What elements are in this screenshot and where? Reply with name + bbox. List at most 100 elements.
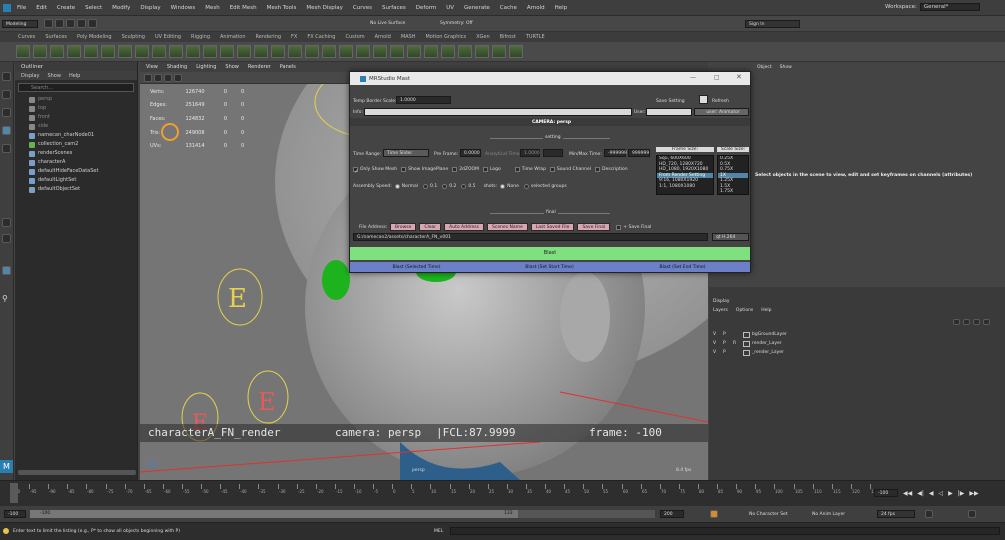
shelf-tool-icon[interactable] — [509, 45, 523, 58]
shelf-tool-icon[interactable] — [169, 45, 183, 58]
shelf-tool-icon[interactable] — [305, 45, 319, 58]
outliner-menu-show[interactable]: Show — [47, 73, 61, 79]
outliner-search-input[interactable]: Search... — [18, 83, 134, 92]
go-start-icon[interactable]: ◀◀ — [903, 490, 912, 497]
shelf-tab-poly-modeling[interactable]: Poly Modeling — [77, 34, 112, 40]
shelf-tab-arnold[interactable]: Arnold — [375, 34, 391, 40]
blast-selected-button[interactable]: Blast (Selected Time) — [350, 265, 483, 270]
shelf-tool-icon[interactable] — [458, 45, 472, 58]
new-selected-layer-icon[interactable] — [983, 319, 990, 325]
shelf-tool-icon[interactable] — [271, 45, 285, 58]
shelf-tool-icon[interactable] — [152, 45, 166, 58]
refresh-button[interactable]: Refresh — [712, 99, 729, 104]
frame-size-option[interactable]: 1:1, 1080X1080 — [657, 184, 713, 190]
current-frame-input[interactable]: -100 — [874, 489, 898, 497]
layer-row[interactable]: V P _render_Layer — [713, 348, 787, 357]
speed-02-radio[interactable] — [442, 184, 448, 189]
menu-curves[interactable]: Curves — [353, 5, 372, 11]
layer-v-toggle[interactable]: V — [713, 332, 723, 337]
four-view-icon[interactable] — [2, 234, 11, 243]
menu-mesh[interactable]: Mesh — [205, 5, 219, 11]
search-icon[interactable]: ⚲ — [2, 294, 11, 303]
speed-05-radio[interactable] — [461, 184, 467, 189]
layer-menu-help[interactable]: Help — [761, 308, 771, 313]
shelf-tab-bifrost[interactable]: Bifrost — [500, 34, 516, 40]
anim-layer-select[interactable]: No Anim Layer — [812, 512, 845, 517]
outliner-scrollbar[interactable] — [18, 470, 136, 475]
viewport-menu-shading[interactable]: Shading — [167, 64, 187, 70]
shelf-tool-icon[interactable] — [441, 45, 455, 58]
menu-create[interactable]: Create — [57, 5, 75, 11]
refresh-icon[interactable] — [699, 95, 708, 104]
shelf-tab-xgen[interactable]: XGen — [476, 34, 490, 40]
maximize-icon[interactable]: □ — [714, 74, 720, 81]
shelf-tool-icon[interactable] — [492, 45, 506, 58]
blast-start-button[interactable]: Blast (Set Start Time) — [483, 265, 616, 270]
layer-menu-layers[interactable]: Layers — [713, 308, 728, 313]
shelf-tool-icon[interactable] — [220, 45, 234, 58]
menu-edit[interactable]: Edit — [36, 5, 47, 11]
menu-cache[interactable]: Cache — [500, 5, 517, 11]
sound-channel-checkbox[interactable] — [549, 167, 555, 172]
lasso-tool-icon[interactable] — [2, 90, 11, 99]
analytical-time-input-2[interactable] — [543, 149, 563, 157]
outliner-item[interactable]: collection_cam2 — [15, 140, 137, 149]
max-time-input[interactable]: 999999 — [628, 149, 650, 157]
smooth-shade-icon[interactable] — [174, 73, 182, 82]
shelf-tab-fx-caching[interactable]: FX Caching — [307, 34, 335, 40]
logo-checkbox[interactable] — [482, 167, 488, 172]
channel-box-menu-object[interactable]: Object — [757, 65, 772, 70]
maya-m-icon[interactable]: M — [0, 460, 13, 473]
outliner-item[interactable]: characterA — [15, 158, 137, 167]
time-wrap-checkbox[interactable] — [514, 167, 520, 172]
blast-end-button[interactable]: Blast (Set End Time) — [616, 265, 749, 270]
scale-size-option[interactable]: 1.75X — [718, 189, 748, 194]
shelf-tab-fx[interactable]: FX — [291, 34, 297, 40]
user-input[interactable] — [646, 108, 692, 116]
outliner-item[interactable]: side — [15, 122, 137, 131]
play-forward-icon[interactable]: ▶ — [948, 490, 953, 497]
shelf-tab-sculpting[interactable]: Sculpting — [122, 34, 145, 40]
rotate-tool-icon[interactable] — [2, 144, 11, 153]
range-inner-start[interactable]: -100 — [40, 511, 50, 516]
frame-size-list[interactable]: Squ, 600X600 HD_720, 1280X720 HD_1080, 192… — [656, 155, 714, 195]
command-language[interactable]: MEL — [434, 529, 443, 534]
wireframe-icon[interactable] — [164, 73, 172, 82]
frame-size-option[interactable]: HD_1080, 1920X1080 — [657, 167, 713, 173]
play-back-icon[interactable]: ◁ — [939, 490, 944, 497]
shelf-tab-uv-editing[interactable]: UV Editing — [155, 34, 181, 40]
new-layer-icon[interactable] — [973, 319, 980, 325]
shelf-tool-icon[interactable] — [475, 45, 489, 58]
shelf-tool-icon[interactable] — [135, 45, 149, 58]
loop-icon[interactable] — [925, 510, 933, 518]
move-tool-icon[interactable] — [2, 126, 11, 135]
outliner-item[interactable]: persp — [15, 95, 137, 104]
show-imageplane-checkbox[interactable] — [401, 167, 407, 172]
step-back-key-icon[interactable]: ◀| — [917, 490, 924, 497]
menu-windows[interactable]: Windows — [171, 5, 196, 11]
outliner-item[interactable]: front — [15, 113, 137, 122]
min-time-input[interactable]: -999999 — [604, 149, 627, 157]
outliner-item[interactable]: namecan_charNode01 — [15, 131, 137, 140]
outliner-menu-help[interactable]: Help — [69, 73, 80, 79]
pre-frame-input[interactable]: 0.0000 — [460, 149, 481, 157]
layer-move-up-icon[interactable] — [953, 319, 960, 325]
outliner-menu-display[interactable]: Display — [21, 73, 39, 79]
shelf-tab-motion-graphics[interactable]: Motion Graphics — [425, 34, 466, 40]
step-forward-icon[interactable]: |▶ — [958, 490, 965, 497]
layer-r-toggle[interactable]: R — [733, 341, 743, 346]
layer-row[interactable]: V PbgGroundLayer — [713, 330, 787, 339]
select-tool-icon[interactable] — [2, 72, 11, 81]
menu-generate[interactable]: Generate — [464, 5, 490, 11]
auto-key-icon[interactable] — [710, 510, 718, 518]
shelf-tool-icon[interactable] — [254, 45, 268, 58]
shots-selected-radio[interactable] — [523, 184, 529, 189]
2dzoom-checkbox[interactable] — [452, 167, 458, 172]
layer-p-toggle[interactable]: P — [723, 341, 733, 346]
shelf-tool-icon[interactable] — [186, 45, 200, 58]
scenes-name-button[interactable]: Scenes Name — [486, 223, 528, 231]
workspace-value[interactable]: General* — [919, 3, 980, 11]
camera-icon[interactable] — [144, 73, 152, 82]
range-end-input[interactable]: 200 — [660, 510, 684, 518]
open-scene-icon[interactable] — [55, 19, 64, 28]
